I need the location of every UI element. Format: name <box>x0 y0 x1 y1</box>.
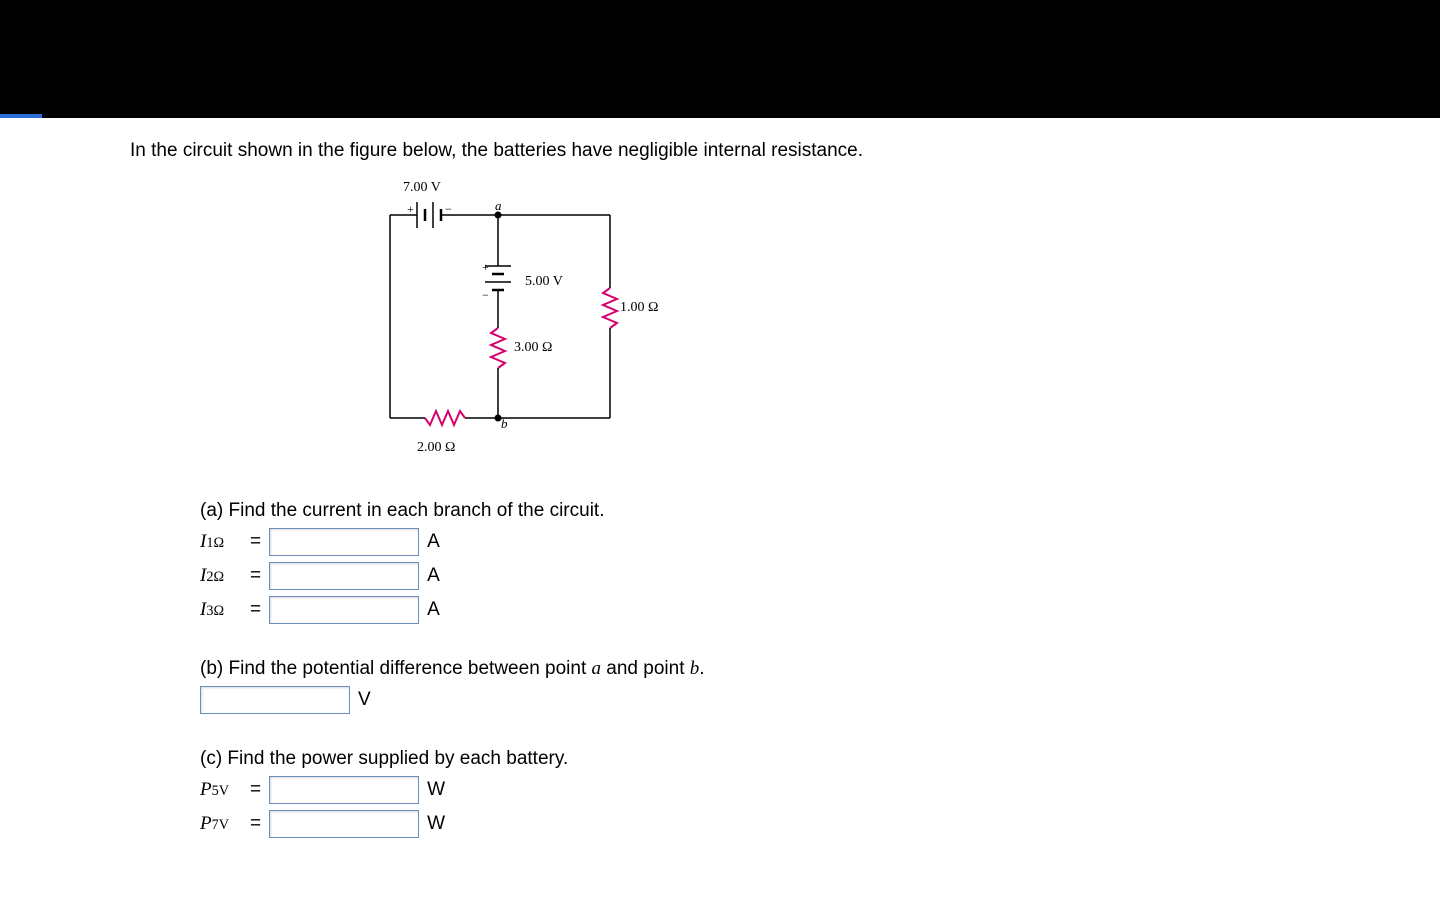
question-prompt: In the circuit shown in the figure below… <box>110 128 1380 180</box>
eq-i1: = <box>250 531 261 553</box>
sym-i3: I3Ω <box>200 599 242 621</box>
input-i1[interactable] <box>269 528 419 556</box>
question-panel: In the circuit shown in the figure below… <box>110 128 1380 888</box>
sym-i1: I1Ω <box>200 531 242 553</box>
unit-i2: A <box>427 565 440 587</box>
input-p5v[interactable] <box>269 776 419 804</box>
unit-p5v: W <box>427 779 445 801</box>
sym-p5v: P5V <box>200 779 242 801</box>
row-vab: V <box>200 686 1380 714</box>
row-i3: I3Ω = A <box>200 596 1380 624</box>
eq-i2: = <box>250 565 261 587</box>
unit-p7v: W <box>427 813 445 835</box>
circuit-svg <box>285 180 645 470</box>
part-c-prompt: (c) Find the power supplied by each batt… <box>200 748 1380 770</box>
eq-p7v: = <box>250 813 261 835</box>
part-a-prompt: (a) Find the current in each branch of t… <box>200 500 1380 522</box>
row-p7v: P7V = W <box>200 810 1380 838</box>
input-p7v[interactable] <box>269 810 419 838</box>
sym-i2: I2Ω <box>200 565 242 587</box>
figure-container: 7.00 V a 5.00 V 1.00 Ω 3.00 Ω b 2.00 Ω +… <box>285 180 1380 470</box>
eq-p5v: = <box>250 779 261 801</box>
unit-i3: A <box>427 599 440 621</box>
input-i3[interactable] <box>269 596 419 624</box>
top-right-blackout <box>1190 0 1440 118</box>
unit-i1: A <box>427 531 440 553</box>
part-b-prompt: (b) Find the potential difference betwee… <box>200 658 1380 680</box>
circuit-diagram: 7.00 V a 5.00 V 1.00 Ω 3.00 Ω b 2.00 Ω +… <box>285 180 585 470</box>
row-i2: I2Ω = A <box>200 562 1380 590</box>
unit-vab: V <box>358 689 371 711</box>
part-c: (c) Find the power supplied by each batt… <box>200 748 1380 838</box>
eq-i3: = <box>250 599 261 621</box>
sym-p7v: P7V <box>200 813 242 835</box>
row-p5v: P5V = W <box>200 776 1380 804</box>
top-blackout <box>0 0 1440 118</box>
row-i1: I1Ω = A <box>200 528 1380 556</box>
part-b: (b) Find the potential difference betwee… <box>200 658 1380 714</box>
progress-sliver <box>0 114 42 118</box>
questions-area: (a) Find the current in each branch of t… <box>200 500 1380 838</box>
input-i2[interactable] <box>269 562 419 590</box>
input-vab[interactable] <box>200 686 350 714</box>
part-a: (a) Find the current in each branch of t… <box>200 500 1380 624</box>
